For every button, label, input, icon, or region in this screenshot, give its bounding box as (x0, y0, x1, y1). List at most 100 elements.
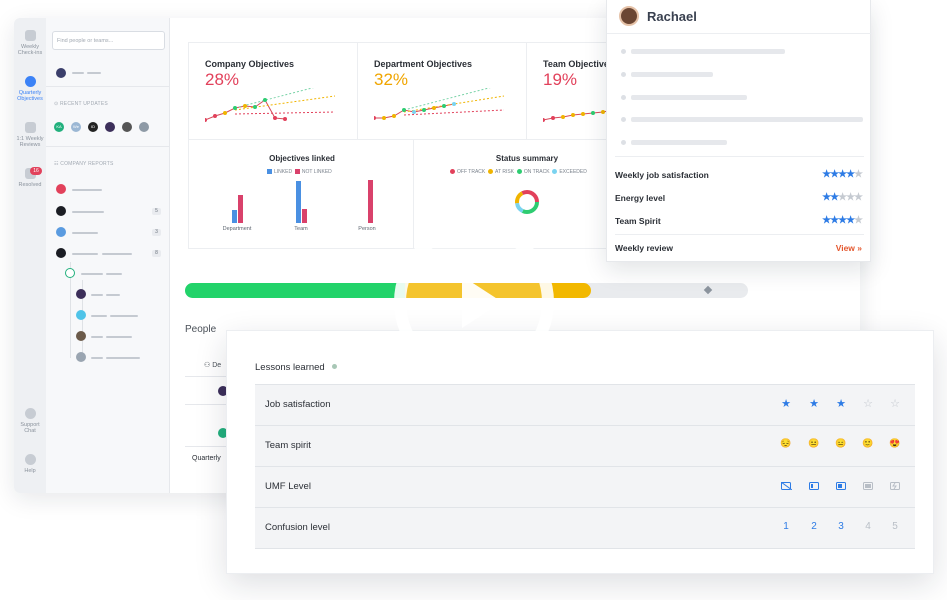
nav-weekly-checkins[interactable]: Weekly Check-ins (14, 30, 46, 56)
avatar[interactable] (56, 227, 66, 237)
placeholder-line (72, 211, 104, 213)
heart-eyes-face-icon[interactable]: 😍 (888, 438, 902, 449)
pie-chart-icon (24, 76, 36, 87)
lesson-row-team-spirit: Team spirit 😔 😐 😑 🙂 😍 (255, 425, 915, 466)
view-review-link[interactable]: View » (836, 243, 862, 253)
avatar[interactable] (65, 268, 75, 278)
placeholder-line (72, 232, 98, 234)
avatar[interactable]: ID (88, 122, 98, 132)
avatar[interactable] (76, 289, 86, 299)
chart-legend: LINKED NOT LINKED (267, 169, 332, 175)
star-5-icon[interactable]: ☆ (888, 397, 902, 410)
refresh-icon (24, 122, 36, 133)
weekly-review-row: Weekly review View » (615, 243, 862, 253)
confusion-option-2[interactable]: 2 (807, 521, 821, 532)
nav-rail: Weekly Check-ins Quarterly Objectives 1:… (14, 18, 46, 493)
x-tick-label: Department (222, 226, 252, 232)
avatar[interactable]: We (71, 122, 81, 132)
avatar[interactable] (139, 122, 149, 132)
placeholder-line (631, 117, 863, 122)
star-rating: ★★★★★ (822, 215, 863, 226)
battery-empty-icon[interactable] (781, 482, 792, 490)
card-title: Team Objectives (543, 59, 614, 69)
avatar[interactable] (56, 206, 66, 216)
divider (607, 33, 872, 34)
nav-weekly-reviews[interactable]: 1:1 Weekly Reviews (14, 122, 46, 148)
company-objectives-card[interactable]: Company Objectives 28% (188, 42, 358, 140)
placeholder-line (106, 357, 140, 359)
star-icon: ★ (838, 192, 847, 203)
avatar[interactable] (56, 248, 66, 258)
confusion-option-4[interactable]: 4 (861, 521, 875, 532)
search-input[interactable]: Find people or teams... (52, 31, 165, 50)
avatar[interactable]: KA (54, 122, 64, 132)
status-dot-icon (332, 364, 338, 369)
avatar[interactable] (76, 331, 86, 341)
sad-face-icon[interactable]: 😔 (779, 438, 793, 449)
smile-face-icon[interactable]: 🙂 (861, 438, 875, 449)
nav-label: Support Chat (20, 422, 40, 434)
battery-charging-icon[interactable] (890, 482, 901, 490)
status-donut (515, 190, 539, 214)
star-icon: ★ (830, 169, 839, 180)
confusion-option-1[interactable]: 1 (779, 521, 793, 532)
star-1-icon[interactable]: ★ (779, 397, 793, 410)
star-icon: ★ (854, 169, 863, 180)
neutral-face-icon[interactable]: 😐 (807, 438, 821, 449)
play-video-button[interactable] (394, 222, 554, 382)
card-title: Department Objectives (374, 59, 473, 69)
star-3-icon[interactable]: ★ (834, 397, 848, 410)
avatar[interactable] (76, 310, 86, 320)
nav-help[interactable]: Help (14, 454, 46, 474)
confusion-option-5[interactable]: 5 (888, 521, 902, 532)
lessons-learned-card: Lessons learned Job satisfaction ★ ★ ★ ☆… (226, 330, 934, 574)
placeholder-line (91, 315, 107, 317)
expressionless-face-icon[interactable]: 😑 (834, 438, 848, 449)
star-rating: ★★★★★ (822, 192, 863, 203)
nav-resolved[interactable]: Resolved 16 (14, 167, 46, 188)
placeholder-line (631, 72, 713, 77)
people-side-panel: Find people or teams... ⊙ RECENT UPDATES… (46, 18, 170, 493)
placeholder-line (106, 336, 132, 338)
battery-half-icon[interactable] (836, 482, 847, 490)
avatar[interactable] (56, 68, 66, 78)
avatar[interactable] (56, 184, 66, 194)
metric-row-energy-level: Energy level ★★★★★ (615, 192, 863, 203)
avatar[interactable] (122, 122, 132, 132)
placeholder-dot (621, 95, 626, 100)
battery-low-icon[interactable] (809, 482, 820, 490)
nav-label: Weekly Check-ins (17, 44, 43, 56)
people-column-header: ⚇ De (204, 362, 222, 369)
people-row-label: Quarterly (192, 455, 221, 462)
trend-sparkline (374, 88, 505, 120)
confusion-option-3[interactable]: 3 (834, 521, 848, 532)
nav-label: Help (24, 468, 36, 474)
battery-full-icon[interactable] (863, 482, 874, 490)
avatar[interactable] (105, 122, 115, 132)
metric-label: Team Spirit (615, 216, 661, 226)
card-percent: 28% (205, 70, 240, 89)
placeholder-line (91, 336, 103, 338)
star-2-icon[interactable]: ★ (807, 397, 821, 410)
trend-sparkline (205, 88, 336, 122)
card-percent: 19% (543, 70, 578, 89)
star-4-icon[interactable]: ☆ (861, 397, 875, 410)
lesson-row-job-satisfaction: Job satisfaction ★ ★ ★ ☆ ☆ (255, 384, 915, 425)
metric-label: Weekly job satisfaction (615, 170, 709, 180)
placeholder-line (110, 315, 138, 317)
placeholder-line (106, 294, 120, 296)
bar-not-linked (238, 195, 243, 223)
card-title: Company Objectives (205, 59, 295, 69)
placeholder-line (631, 95, 747, 100)
star-icon: ★ (846, 192, 855, 203)
progress-green-segment (185, 283, 405, 298)
avatar[interactable] (76, 352, 86, 362)
department-objectives-card[interactable]: Department Objectives 32% (357, 42, 527, 140)
row-label: UMF Level (265, 481, 311, 492)
star-icon: ★ (822, 192, 831, 203)
nav-quarterly-objectives[interactable]: Quarterly Objectives (14, 76, 46, 102)
divider (46, 146, 170, 147)
placeholder-dot (621, 49, 626, 54)
nav-support-chat[interactable]: Support Chat (14, 408, 46, 434)
placeholder-line (102, 253, 132, 255)
